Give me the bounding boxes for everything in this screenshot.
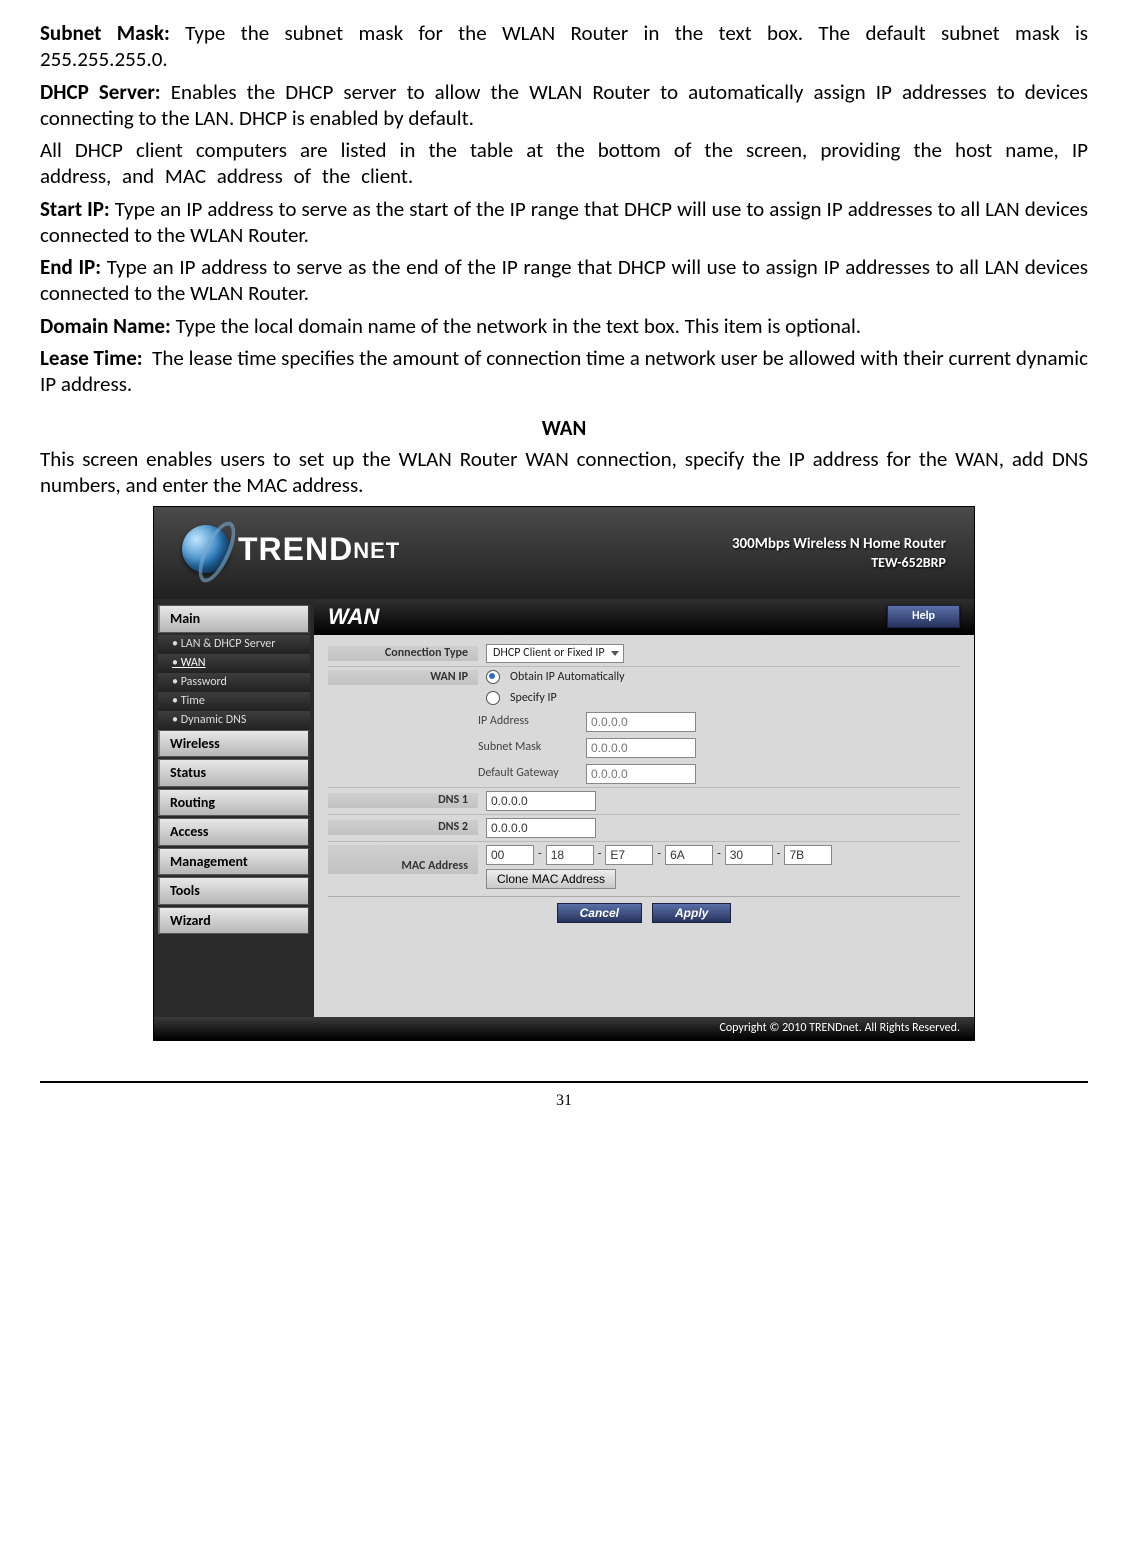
mac-input-2[interactable] — [546, 845, 594, 865]
label-dns2: DNS 2 — [328, 820, 478, 835]
page-number: 31 — [40, 1091, 1088, 1111]
text-dhcp: Enables the DHCP server to allow the WLA… — [40, 79, 1088, 131]
para-subnet: Subnet Mask: Type the subnet mask for th… — [40, 20, 1088, 73]
label-subnet-mask: Subnet Mask — [478, 740, 578, 755]
sidebar-panel-access[interactable]: Access — [158, 818, 310, 846]
section-title-wan: WAN — [40, 415, 1088, 441]
sidebar-panel-main[interactable]: Main — [158, 605, 310, 633]
sidebar-panel-routing[interactable]: Routing — [158, 789, 310, 817]
model-label: 300Mbps Wireless N Home Router TEW-652BR… — [732, 535, 946, 571]
mac-input-5[interactable] — [725, 845, 773, 865]
clone-mac-button[interactable]: Clone MAC Address — [486, 869, 616, 889]
default-gateway-input[interactable] — [586, 764, 696, 784]
router-footer: Copyright © 2010 TRENDnet. All Rights Re… — [154, 1017, 974, 1040]
label-mac: MAC Address — [328, 845, 478, 874]
label-dns1: DNS 1 — [328, 793, 478, 808]
radio-specify-ip-label: Specify IP — [510, 691, 557, 706]
row-mac: MAC Address - - - - - Clon — [328, 842, 960, 892]
ip-address-input[interactable] — [586, 712, 696, 732]
page-title: WAN — [328, 603, 379, 631]
para-endip: End IP: Type an IP address to serve as t… — [40, 254, 1088, 307]
para-wan-intro: This screen enables users to set up the … — [40, 446, 1088, 499]
para-dhcp-note: All DHCP client computers are listed in … — [40, 137, 1088, 190]
sidebar-panel-tools[interactable]: Tools — [158, 877, 310, 905]
radio-obtain-auto-label: Obtain IP Automatically — [510, 670, 625, 685]
apply-button[interactable]: Apply — [652, 903, 731, 923]
connection-type-select[interactable]: DHCP Client or Fixed IP — [486, 644, 624, 663]
para-domain: Domain Name: Type the local domain name … — [40, 313, 1088, 339]
page-separator — [40, 1081, 1088, 1083]
text-lease: The lease time specifies the amount of c… — [40, 345, 1088, 397]
label-lease: Lease Time: — [40, 345, 143, 371]
label-subnet: Subnet Mask: — [40, 20, 170, 46]
sidebar-item-password[interactable]: Password — [158, 673, 310, 692]
sidebar-panel-wireless[interactable]: Wireless — [158, 730, 310, 758]
mac-input-1[interactable] — [486, 845, 534, 865]
row-specify-ip: Specify IP — [328, 688, 960, 709]
router-body: Main LAN & DHCP Server WAN Password Time… — [154, 599, 974, 1017]
cancel-button[interactable]: Cancel — [557, 903, 642, 923]
radio-obtain-auto[interactable] — [486, 670, 500, 684]
text-startip: Type an IP address to serve as the start… — [40, 196, 1088, 248]
text-subnet: Type the subnet mask for the WLAN Router… — [40, 20, 1088, 72]
row-connection-type: Connection Type DHCP Client or Fixed IP — [328, 641, 960, 667]
brand-text: TRENDNET — [238, 529, 400, 569]
subnet-mask-input[interactable] — [586, 738, 696, 758]
sidebar-panel-management[interactable]: Management — [158, 848, 310, 876]
text-domain: Type the local domain name of the networ… — [176, 313, 862, 339]
mac-input-4[interactable] — [665, 845, 713, 865]
sidebar-panel-wizard[interactable]: Wizard — [158, 907, 310, 935]
label-dhcp: DHCP Server: — [40, 79, 161, 105]
label-default-gateway: Default Gateway — [478, 766, 578, 781]
label-wan-ip: WAN IP — [328, 670, 478, 685]
row-subnet-mask: Subnet Mask — [478, 735, 960, 761]
row-dns1: DNS 1 — [328, 787, 960, 815]
form-area: Connection Type DHCP Client or Fixed IP … — [314, 635, 974, 1017]
action-row: Cancel Apply — [328, 896, 960, 923]
tagline1: 300Mbps Wireless N Home Router — [732, 535, 946, 554]
text-endip: Type an IP address to serve as the end o… — [40, 254, 1088, 306]
dns1-input[interactable] — [486, 791, 596, 811]
label-endip: End IP: — [40, 254, 101, 280]
tagline2: TEW-652BRP — [732, 554, 946, 572]
content-header: WAN Help — [314, 599, 974, 635]
dns2-input[interactable] — [486, 818, 596, 838]
label-connection-type: Connection Type — [328, 646, 478, 661]
sidebar-item-lan-dhcp[interactable]: LAN & DHCP Server — [158, 635, 310, 654]
row-ip-address: IP Address — [478, 709, 960, 735]
mac-input-3[interactable] — [605, 845, 653, 865]
row-dns2: DNS 2 — [328, 815, 960, 842]
logo-block: TRENDNET — [182, 525, 400, 573]
document-page: Subnet Mask: Type the subnet mask for th… — [40, 20, 1088, 1111]
label-domain: Domain Name: — [40, 313, 171, 339]
row-wan-ip: WAN IP Obtain IP Automatically — [328, 667, 960, 688]
radio-specify-ip[interactable] — [486, 691, 500, 705]
router-figure: TRENDNET 300Mbps Wireless N Home Router … — [40, 506, 1088, 1041]
sidebar-item-time[interactable]: Time — [158, 692, 310, 711]
row-default-gateway: Default Gateway — [478, 761, 960, 787]
router-admin-ui: TRENDNET 300Mbps Wireless N Home Router … — [153, 506, 975, 1041]
sidebar: Main LAN & DHCP Server WAN Password Time… — [154, 599, 314, 1017]
para-startip: Start IP: Type an IP address to serve as… — [40, 196, 1088, 249]
sidebar-item-wan[interactable]: WAN — [158, 654, 310, 673]
content-pane: WAN Help Connection Type DHCP Client or … — [314, 599, 974, 1017]
para-dhcp: DHCP Server: Enables the DHCP server to … — [40, 79, 1088, 132]
router-header: TRENDNET 300Mbps Wireless N Home Router … — [154, 507, 974, 599]
sidebar-item-dynamic-dns[interactable]: Dynamic DNS — [158, 711, 310, 730]
mac-input-6[interactable] — [784, 845, 832, 865]
para-lease: Lease Time: The lease time specifies the… — [40, 345, 1088, 398]
help-button[interactable]: Help — [887, 605, 960, 628]
label-ip-address: IP Address — [478, 714, 578, 729]
nested-ip-fields: IP Address Subnet Mask Default Gateway — [478, 709, 960, 787]
sidebar-panel-status[interactable]: Status — [158, 759, 310, 787]
globe-icon — [182, 525, 230, 573]
label-startip: Start IP: — [40, 196, 110, 222]
